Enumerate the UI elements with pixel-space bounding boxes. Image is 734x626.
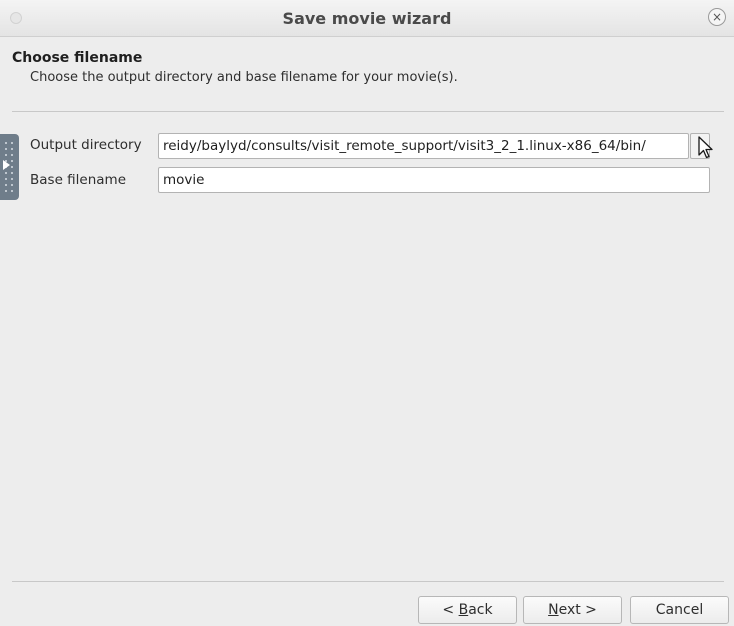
page-title: Choose filename bbox=[12, 50, 143, 66]
base-filename-input[interactable]: movie bbox=[158, 167, 710, 193]
side-panel-toggle-icon bbox=[3, 160, 10, 170]
mouse-cursor-icon bbox=[698, 136, 713, 159]
next-button[interactable]: Next > bbox=[523, 596, 622, 624]
base-filename-label: Base filename bbox=[30, 172, 127, 188]
cancel-button[interactable]: Cancel bbox=[630, 596, 729, 624]
header-separator bbox=[12, 111, 724, 112]
back-button-mnemonic: B bbox=[458, 602, 469, 618]
window-title: Save movie wizard bbox=[282, 9, 452, 28]
title-bar: Save movie wizard × bbox=[0, 0, 734, 37]
page-subtitle: Choose the output directory and base fil… bbox=[30, 70, 458, 85]
next-button-mnemonic: N bbox=[548, 602, 559, 618]
back-button-prefix: < bbox=[442, 602, 459, 618]
back-button[interactable]: < Back bbox=[418, 596, 517, 624]
output-directory-input[interactable]: reidy/baylyd/consults/visit_remote_suppo… bbox=[158, 133, 689, 159]
back-button-suffix: ack bbox=[468, 602, 493, 618]
footer-separator bbox=[12, 581, 724, 582]
output-directory-label: Output directory bbox=[30, 137, 142, 153]
close-button[interactable]: × bbox=[708, 8, 726, 26]
side-panel-toggle[interactable] bbox=[0, 134, 19, 200]
close-icon: × bbox=[711, 10, 723, 24]
next-button-suffix: ext > bbox=[558, 602, 597, 618]
